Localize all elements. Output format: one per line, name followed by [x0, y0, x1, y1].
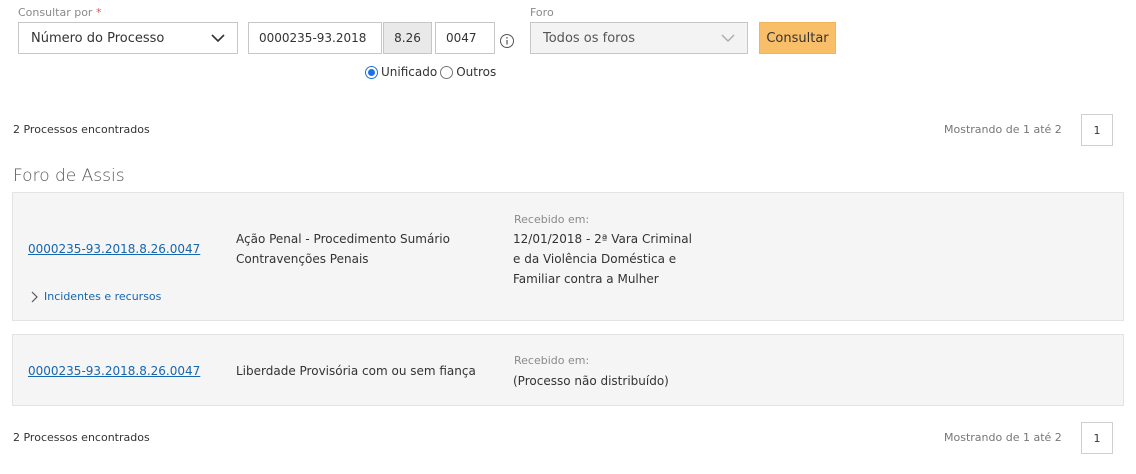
page-button-top[interactable]: 1 — [1081, 114, 1113, 146]
consultar-por-label-text: Consultar por — [18, 6, 93, 19]
required-mark: * — [95, 6, 102, 19]
page-button-bottom[interactable]: 1 — [1081, 422, 1113, 454]
incidentes-toggle[interactable]: Incidentes e recursos — [29, 290, 161, 303]
radio-unificado[interactable] — [365, 65, 378, 79]
foro-label: Foro — [530, 6, 554, 19]
radio-outros[interactable] — [440, 65, 454, 79]
foro-section-title: Foro de Assis — [13, 166, 125, 186]
recebido-line: e da Violência Doméstica e — [513, 252, 677, 266]
recebido-line: (Processo não distribuído) — [513, 374, 669, 388]
recebido-line: 12/01/2018 - 2ª Vara Criminal — [513, 232, 692, 246]
chevron-down-icon — [211, 34, 225, 43]
segmento-justica-value: 8.26 — [394, 31, 421, 45]
process-subject-line: Contravenções Penais — [236, 252, 369, 266]
results-count-bottom: 2 Processos encontrados — [13, 431, 150, 444]
process-number-link[interactable]: 0000235-93.2018.8.26.0047 — [28, 242, 200, 256]
process-class-line: Liberdade Provisória com ou sem fiança — [236, 364, 476, 378]
numero-processo-value: 0000235-93.2018 — [259, 31, 367, 45]
pagination-info-top: Mostrando de 1 até 2 — [944, 123, 1062, 136]
radio-outros-label[interactable]: Outros — [456, 65, 496, 79]
recebido-label: Recebido em: — [514, 354, 590, 367]
process-number-link[interactable]: 0000235-93.2018.8.26.0047 — [28, 364, 200, 378]
segmento-justica-field: 8.26 — [383, 22, 432, 54]
consultar-button[interactable]: Consultar — [759, 22, 836, 54]
radio-unificado-label[interactable]: Unificado — [381, 65, 437, 79]
incidentes-link[interactable]: Incidentes e recursos — [44, 290, 161, 303]
recebido-line: Familiar contra a Mulher — [513, 272, 659, 286]
results-count-top: 2 Processos encontrados — [13, 123, 150, 136]
process-class-line: Ação Penal - Procedimento Sumário — [236, 232, 450, 246]
radio-group-tipo: Unificado Outros — [365, 65, 496, 79]
process-class: Ação Penal - Procedimento Sumário Contra… — [236, 229, 450, 269]
foro-origem-input[interactable]: 0047 — [435, 22, 495, 54]
foro-origem-value: 0047 — [446, 31, 477, 45]
chevron-right-icon — [31, 291, 38, 302]
info-icon[interactable] — [499, 33, 515, 49]
recebido-info: 12/01/2018 - 2ª Vara Criminal e da Violê… — [513, 229, 692, 289]
consultar-por-select[interactable]: Número do Processo — [18, 22, 238, 54]
pagination-info-bottom: Mostrando de 1 até 2 — [944, 431, 1062, 444]
consultar-por-label: Consultar por * — [18, 6, 101, 19]
consultar-por-value: Número do Processo — [31, 30, 165, 46]
recebido-label: Recebido em: — [514, 213, 590, 226]
chevron-down-icon — [721, 34, 735, 42]
numero-processo-input[interactable]: 0000235-93.2018 — [248, 22, 382, 54]
foro-select[interactable]: Todos os foros — [530, 22, 748, 54]
foro-value: Todos os foros — [543, 30, 635, 46]
